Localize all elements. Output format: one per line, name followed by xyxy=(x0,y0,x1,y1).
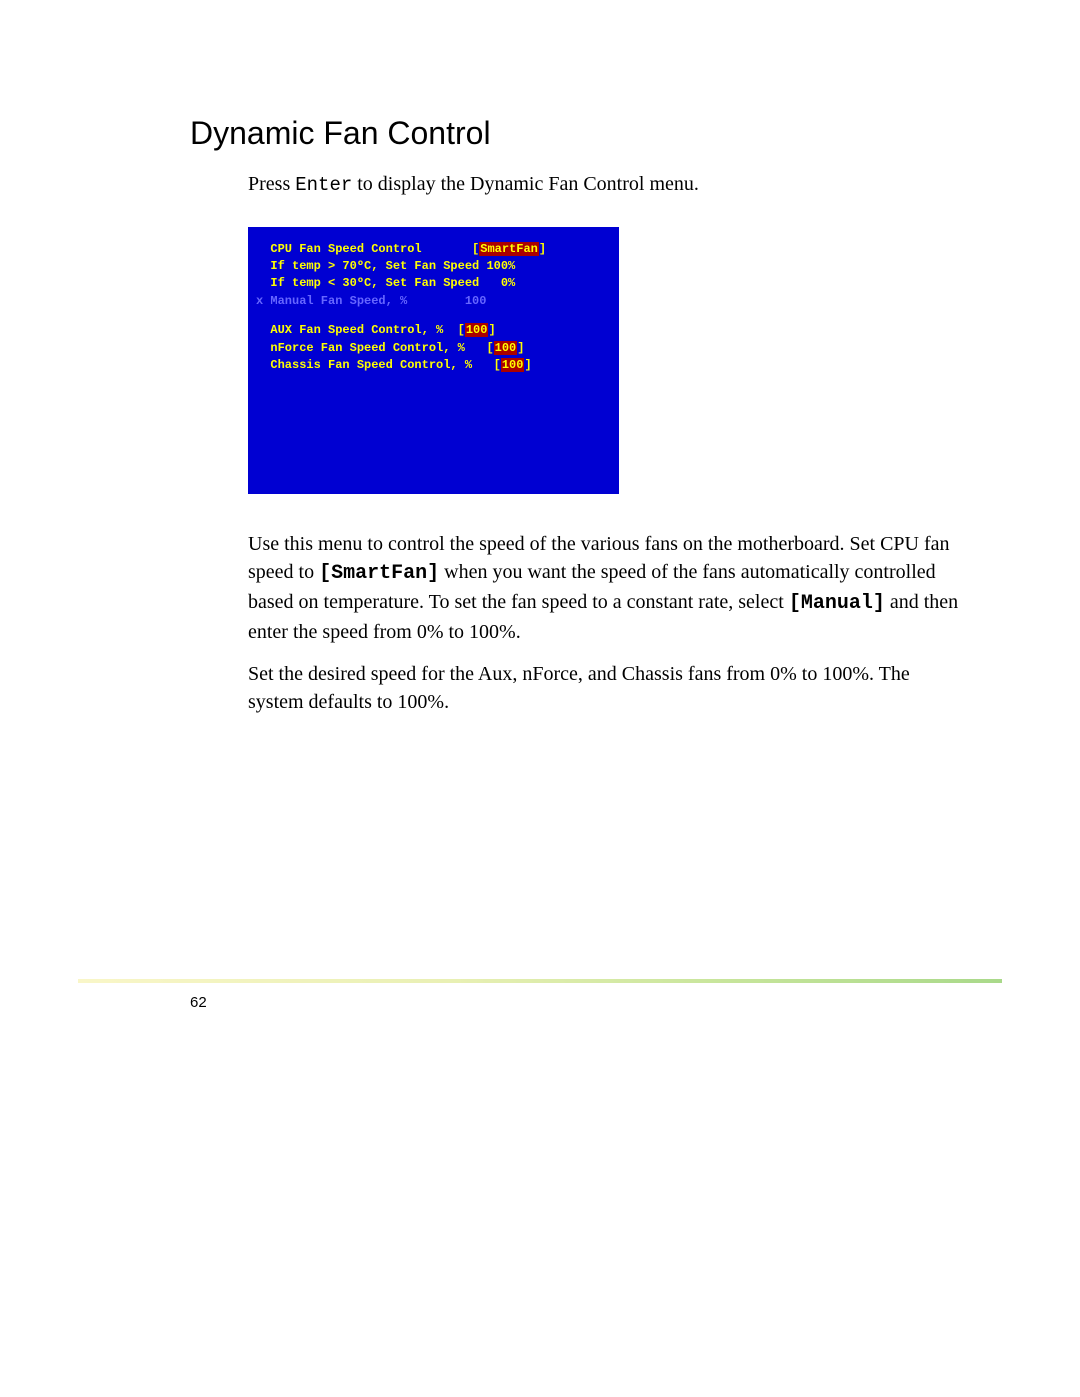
bios-blank xyxy=(256,310,611,322)
body-text: Use this menu to control the speed of th… xyxy=(248,530,970,716)
bios-row-aux: AUX Fan Speed Control, % [100] xyxy=(256,322,611,339)
footer-divider xyxy=(78,979,1002,983)
bios-aux-value: 100 xyxy=(465,323,489,337)
intro-paragraph: Press Enter to display the Dynamic Fan C… xyxy=(248,170,980,199)
bios-cpu-value: SmartFan xyxy=(479,242,539,256)
intro-text-post: to display the Dynamic Fan Control menu. xyxy=(352,173,699,195)
page-number: 62 xyxy=(190,994,207,1011)
paragraph-2: Set the desired speed for the Aux, nForc… xyxy=(248,660,970,716)
bios-row-manual: x Manual Fan Speed, % 100 xyxy=(256,293,611,310)
bios-chassis-value: 100 xyxy=(501,358,525,372)
bios-nforce-label: nForce Fan Speed Control, % xyxy=(256,341,486,355)
enter-key: Enter xyxy=(295,174,352,196)
bios-chassis-label: Chassis Fan Speed Control, % xyxy=(256,358,494,372)
page-content: Dynamic Fan Control Press Enter to displ… xyxy=(0,0,1080,716)
bios-aux-label: AUX Fan Speed Control, % xyxy=(256,323,458,337)
bios-row-nforce: nForce Fan Speed Control, % [100] xyxy=(256,340,611,357)
bios-row-temp-low: If temp < 30ºC, Set Fan Speed 0% xyxy=(256,275,611,292)
bios-menu: CPU Fan Speed Control [SmartFan] If temp… xyxy=(248,227,619,495)
smartfan-literal: [SmartFan] xyxy=(319,562,439,585)
paragraph-1: Use this menu to control the speed of th… xyxy=(248,530,970,646)
bios-cpu-label: CPU Fan Speed Control xyxy=(256,242,472,256)
bios-nforce-value: 100 xyxy=(494,341,518,355)
intro-text-pre: Press xyxy=(248,173,295,195)
manual-literal: [Manual] xyxy=(789,592,885,615)
section-heading: Dynamic Fan Control xyxy=(190,115,980,152)
bios-row-chassis: Chassis Fan Speed Control, % [100] xyxy=(256,357,611,374)
bios-row-cpu: CPU Fan Speed Control [SmartFan] xyxy=(256,241,611,258)
bios-row-temp-high: If temp > 70ºC, Set Fan Speed 100% xyxy=(256,258,611,275)
